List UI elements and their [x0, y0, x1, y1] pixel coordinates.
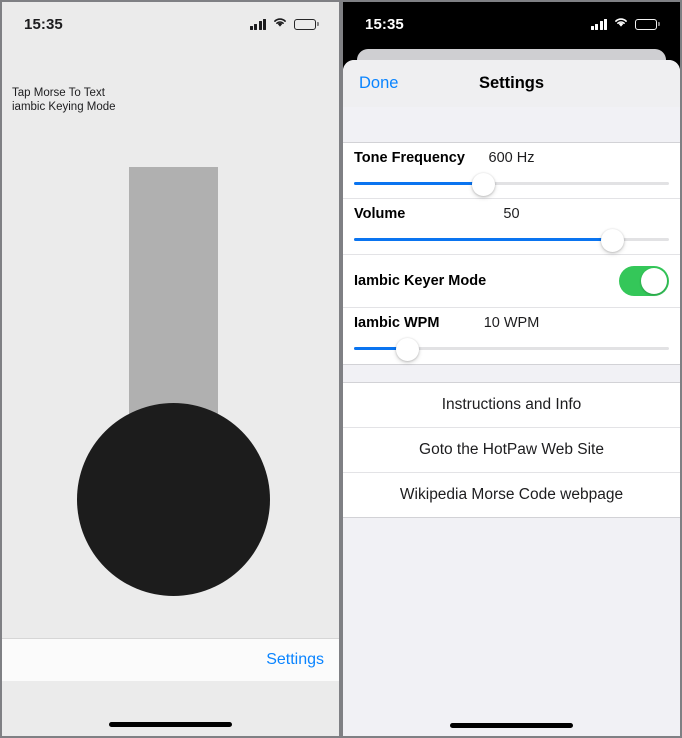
settings-section-controls: Tone Frequency 600 Hz Volume 50 Iambic K…: [343, 142, 680, 365]
morse-key-app-screen: 15:35 Tap Morse To Text iambic Keying Mo…: [2, 2, 339, 736]
morse-paddle-bar[interactable]: [129, 167, 218, 414]
cellular-bars-icon: [590, 18, 608, 30]
slider-thumb[interactable]: [471, 172, 495, 196]
row-header: Volume 50: [354, 206, 669, 227]
sheet-navigation-bar: Done Settings: [343, 60, 680, 107]
row-header: Tone Frequency 600 Hz: [354, 150, 669, 171]
setting-row-tone-frequency[interactable]: Tone Frequency 600 Hz: [343, 143, 680, 199]
setting-label: Iambic Keyer Mode: [354, 273, 487, 289]
bottom-toolbar: Settings: [2, 638, 339, 681]
settings-modal-sheet: Done Settings Tone Frequency 600 Hz Volu…: [343, 60, 680, 736]
morse-key-circle[interactable]: [77, 403, 270, 596]
battery-icon: [635, 18, 660, 30]
home-indicator[interactable]: [109, 722, 232, 727]
link-row-hotpaw-website[interactable]: Goto the HotPaw Web Site: [343, 428, 680, 473]
done-button[interactable]: Done: [359, 74, 398, 93]
right-phone-screen: 15:35 Done Settings Tone Frequency 600 H…: [341, 0, 682, 738]
wifi-icon: [613, 15, 629, 33]
link-row-instructions[interactable]: Instructions and Info: [343, 383, 680, 428]
link-row-wikipedia-morse-code[interactable]: Wikipedia Morse Code webpage: [343, 473, 680, 517]
hint-line-2: iambic Keying Mode: [12, 101, 116, 113]
cellular-bars-icon: [249, 18, 267, 30]
right-status-bar: 15:35: [343, 2, 680, 46]
hint-line-1: Tap Morse To Text: [12, 87, 105, 99]
setting-label: Tone Frequency: [354, 150, 465, 166]
iambic-keyer-mode-toggle[interactable]: [619, 266, 669, 296]
status-bar-time: 15:35: [365, 15, 404, 33]
screenshot-root: 15:35 Tap Morse To Text iambic Keying Mo…: [0, 0, 682, 738]
left-phone-screen: 15:35 Tap Morse To Text iambic Keying Mo…: [0, 0, 341, 738]
toggle-knob: [641, 268, 667, 294]
wifi-icon: [272, 15, 288, 33]
setting-label: Iambic WPM: [354, 315, 440, 331]
home-indicator[interactable]: [450, 723, 573, 728]
slider-fill: [354, 238, 613, 241]
row-header: Iambic WPM 10 WPM: [354, 315, 669, 336]
setting-row-iambic-keyer-mode[interactable]: Iambic Keyer Mode: [343, 255, 680, 308]
settings-section-links: Instructions and Info Goto the HotPaw We…: [343, 382, 680, 518]
setting-row-iambic-wpm[interactable]: Iambic WPM 10 WPM: [343, 308, 680, 364]
battery-icon: [294, 18, 319, 30]
setting-row-volume[interactable]: Volume 50: [343, 199, 680, 255]
slider-thumb[interactable]: [396, 337, 420, 361]
status-bar-time: 15:35: [24, 15, 63, 33]
status-bar-icons: [590, 15, 660, 33]
setting-label: Volume: [354, 206, 406, 222]
tone-frequency-slider[interactable]: [354, 172, 669, 196]
slider-fill: [354, 182, 484, 185]
left-home-area: [2, 681, 339, 736]
volume-slider[interactable]: [354, 228, 669, 252]
status-bar-icons: [249, 15, 319, 33]
settings-button[interactable]: Settings: [266, 651, 324, 669]
slider-thumb[interactable]: [600, 228, 624, 252]
iambic-wpm-slider[interactable]: [354, 337, 669, 361]
right-home-area: [343, 706, 680, 736]
settings-list: Tone Frequency 600 Hz Volume 50 Iambic K…: [343, 107, 680, 736]
mode-hint-text: Tap Morse To Text iambic Keying Mode: [12, 86, 116, 114]
left-status-bar: 15:35: [2, 2, 339, 46]
